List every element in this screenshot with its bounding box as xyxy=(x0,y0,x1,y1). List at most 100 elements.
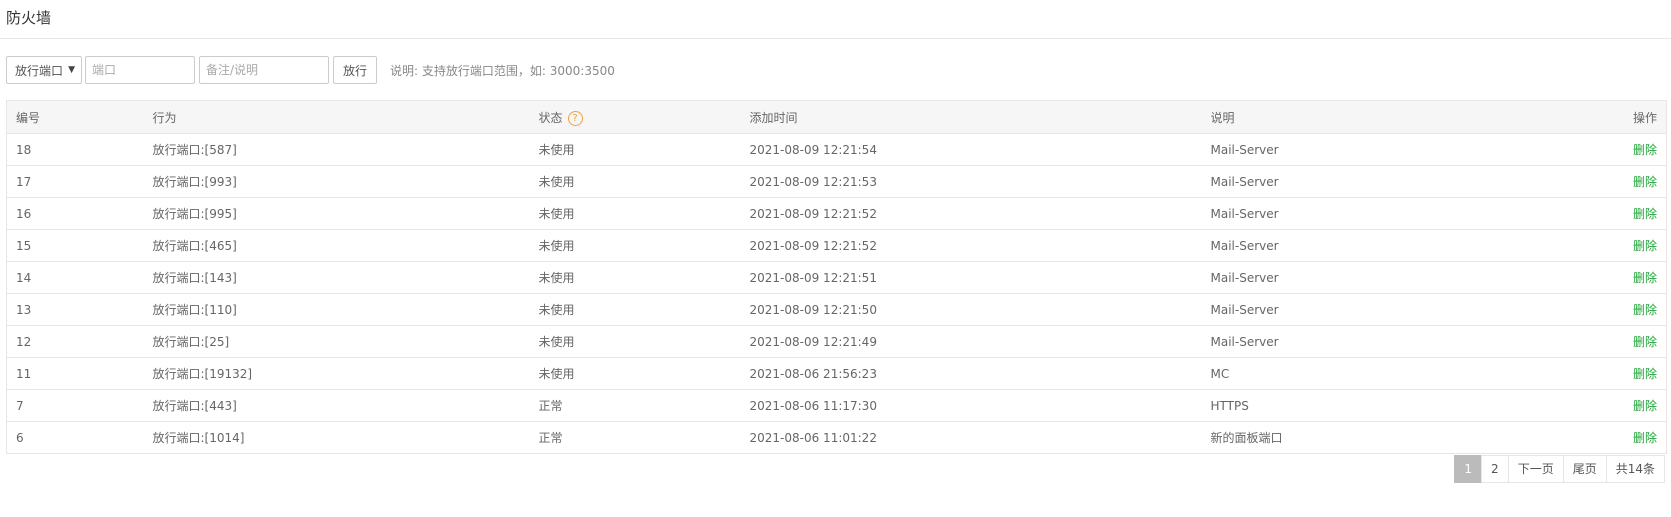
cell-status: 未使用 xyxy=(529,325,741,358)
col-header-id: 编号 xyxy=(6,100,144,134)
rule-type-select[interactable]: 放行端口 ▼ xyxy=(6,56,82,84)
total-count: 共14条 xyxy=(1605,455,1665,483)
cell-id: 17 xyxy=(6,165,144,198)
col-header-op: 操作 xyxy=(1506,100,1667,134)
cell-op: 删除 xyxy=(1506,261,1667,294)
cell-id: 12 xyxy=(6,325,144,358)
cell-note: HTTPS xyxy=(1201,389,1507,422)
cell-action: 放行端口:[465] xyxy=(143,229,530,262)
table-row: 18 放行端口:[587] 未使用 2021-08-09 12:21:54 Mail-S… xyxy=(6,133,1667,166)
table-row: 12 放行端口:[25] 未使用 2021-08-09 12:21:49 Mail-Se… xyxy=(6,325,1667,358)
delete-link[interactable]: 删除 xyxy=(1633,239,1657,253)
delete-link[interactable]: 删除 xyxy=(1633,303,1657,317)
help-icon[interactable]: ? xyxy=(567,110,583,126)
cell-note: MC xyxy=(1201,357,1507,390)
col-header-action: 行为 xyxy=(143,100,530,134)
cell-time: 2021-08-09 12:21:51 xyxy=(740,261,1202,294)
cell-op: 删除 xyxy=(1506,357,1667,390)
cell-action: 放行端口:[443] xyxy=(143,389,530,422)
cell-op: 删除 xyxy=(1506,229,1667,262)
cell-time: 2021-08-06 11:01:22 xyxy=(740,421,1202,454)
cell-id: 6 xyxy=(6,421,144,454)
cell-status: 未使用 xyxy=(529,229,741,262)
page-2-button[interactable]: 2 xyxy=(1481,455,1509,483)
cell-id: 11 xyxy=(6,357,144,390)
cell-id: 16 xyxy=(6,197,144,230)
cell-id: 18 xyxy=(6,133,144,166)
cell-op: 删除 xyxy=(1506,197,1667,230)
cell-status: 正常 xyxy=(529,389,741,422)
chevron-down-icon: ▼ xyxy=(68,65,75,75)
cell-op: 删除 xyxy=(1506,133,1667,166)
cell-note: Mail-Server xyxy=(1201,293,1507,326)
cell-status: 未使用 xyxy=(529,261,741,294)
page-title: 防火墙 xyxy=(6,9,52,27)
cell-note: 新的面板端口 xyxy=(1201,421,1507,454)
delete-link[interactable]: 删除 xyxy=(1633,143,1657,157)
firewall-table: 编号 行为 状态? 添加时间 说明 操作 18 放行端口:[587] 未使用 2021… xyxy=(6,100,1667,454)
table-row: 11 放行端口:[19132] 未使用 2021-08-06 21:56:23 MC 删除 xyxy=(6,357,1667,390)
table-row: 13 放行端口:[110] 未使用 2021-08-09 12:21:50 Mail-S… xyxy=(6,293,1667,326)
cell-op: 删除 xyxy=(1506,293,1667,326)
port-input[interactable] xyxy=(85,56,195,84)
cell-time: 2021-08-09 12:21:52 xyxy=(740,197,1202,230)
cell-time: 2021-08-09 12:21:54 xyxy=(740,133,1202,166)
cell-action: 放行端口:[110] xyxy=(143,293,530,326)
col-header-status-label: 状态 xyxy=(538,110,563,125)
col-header-note: 说明 xyxy=(1201,100,1507,134)
cell-status: 未使用 xyxy=(529,293,741,326)
allow-button[interactable]: 放行 xyxy=(333,56,378,84)
cell-op: 删除 xyxy=(1506,165,1667,198)
cell-note: Mail-Server xyxy=(1201,133,1507,166)
cell-status: 未使用 xyxy=(529,197,741,230)
cell-note: Mail-Server xyxy=(1201,261,1507,294)
cell-op: 删除 xyxy=(1506,325,1667,358)
note-input[interactable] xyxy=(199,56,329,84)
cell-action: 放行端口:[19132] xyxy=(143,357,530,390)
rule-type-value: 放行端口 xyxy=(15,63,64,78)
cell-action: 放行端口:[143] xyxy=(143,261,530,294)
cell-status: 未使用 xyxy=(529,133,741,166)
col-header-time: 添加时间 xyxy=(740,100,1202,134)
page-1-button[interactable]: 1 xyxy=(1454,455,1483,483)
table-row: 17 放行端口:[993] 未使用 2021-08-09 12:21:53 Mail-S… xyxy=(6,165,1667,198)
delete-link[interactable]: 删除 xyxy=(1633,367,1657,381)
title-bar: 防火墙 xyxy=(0,0,1671,39)
cell-note: Mail-Server xyxy=(1201,165,1507,198)
delete-link[interactable]: 删除 xyxy=(1633,399,1657,413)
cell-time: 2021-08-09 12:21:49 xyxy=(740,325,1202,358)
col-header-status: 状态? xyxy=(529,100,741,134)
cell-note: Mail-Server xyxy=(1201,229,1507,262)
cell-status: 未使用 xyxy=(529,165,741,198)
delete-link[interactable]: 删除 xyxy=(1633,271,1657,285)
delete-link[interactable]: 删除 xyxy=(1633,175,1657,189)
cell-op: 删除 xyxy=(1506,389,1667,422)
cell-op: 删除 xyxy=(1506,421,1667,454)
table-body: 18 放行端口:[587] 未使用 2021-08-09 12:21:54 Mail-S… xyxy=(6,133,1667,454)
table-row: 16 放行端口:[995] 未使用 2021-08-09 12:21:52 Mail-S… xyxy=(6,197,1667,230)
cell-time: 2021-08-09 12:21:50 xyxy=(740,293,1202,326)
cell-action: 放行端口:[993] xyxy=(143,165,530,198)
table-row: 7 放行端口:[443] 正常 2021-08-06 11:17:30 HTTPS 删除 xyxy=(6,389,1667,422)
table-header-row: 编号 行为 状态? 添加时间 说明 操作 xyxy=(6,100,1667,134)
cell-time: 2021-08-06 21:56:23 xyxy=(740,357,1202,390)
delete-link[interactable]: 删除 xyxy=(1633,431,1657,445)
delete-link[interactable]: 删除 xyxy=(1633,335,1657,349)
next-page-button[interactable]: 下一页 xyxy=(1507,455,1564,483)
table-row: 6 放行端口:[1014] 正常 2021-08-06 11:01:22 新的面板端口 删… xyxy=(6,421,1667,454)
cell-action: 放行端口:[587] xyxy=(143,133,530,166)
cell-status: 正常 xyxy=(529,421,741,454)
cell-status: 未使用 xyxy=(529,357,741,390)
cell-id: 14 xyxy=(6,261,144,294)
cell-time: 2021-08-09 12:21:53 xyxy=(740,165,1202,198)
last-page-button[interactable]: 尾页 xyxy=(1562,455,1607,483)
cell-time: 2021-08-06 11:17:30 xyxy=(740,389,1202,422)
cell-id: 13 xyxy=(6,293,144,326)
firewall-toolbar: 放行端口 ▼ 放行 说明: 支持放行端口范围，如: 3000:3500 xyxy=(6,55,615,85)
cell-time: 2021-08-09 12:21:52 xyxy=(740,229,1202,262)
cell-action: 放行端口:[25] xyxy=(143,325,530,358)
delete-link[interactable]: 删除 xyxy=(1633,207,1657,221)
cell-note: Mail-Server xyxy=(1201,325,1507,358)
cell-id: 15 xyxy=(6,229,144,262)
table-row: 15 放行端口:[465] 未使用 2021-08-09 12:21:52 Mail-S… xyxy=(6,229,1667,262)
